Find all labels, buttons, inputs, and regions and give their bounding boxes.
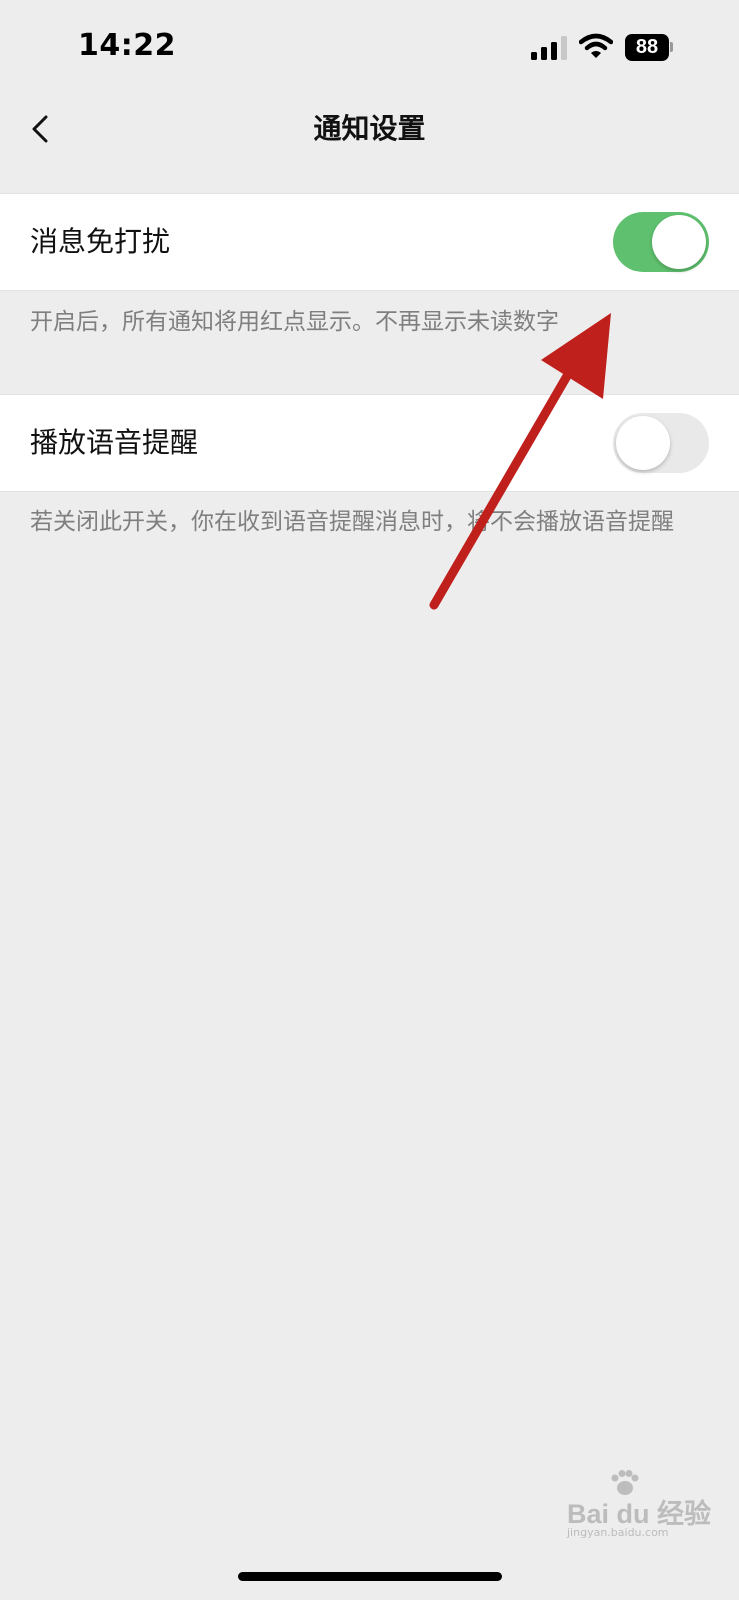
battery-icon: 88 [625, 34, 673, 61]
do-not-disturb-toggle[interactable] [613, 212, 709, 272]
setting-row-do-not-disturb: 消息免打扰 [0, 193, 739, 291]
battery-tip [670, 42, 673, 52]
navigation-bar: 通知设置 [0, 96, 739, 162]
home-indicator[interactable] [238, 1572, 502, 1581]
page-title: 通知设置 [313, 112, 426, 145]
setting-description: 若关闭此开关，你在收到语音提醒消息时，将不会播放语音提醒 [30, 509, 674, 535]
setting-label: 消息免打扰 [30, 225, 171, 258]
signal-icon [531, 36, 567, 60]
chevron-left-icon[interactable] [18, 102, 70, 156]
status-time: 14:22 [78, 28, 176, 63]
wifi-icon [579, 33, 613, 58]
setting-description: 开启后，所有通知将用红点显示。不再显示未读数字 [30, 309, 559, 335]
status-bar: 14:22 88 [0, 0, 739, 96]
battery-level: 88 [625, 34, 669, 61]
toggle-knob [616, 416, 670, 470]
watermark-url: jingyan.baidu.com [567, 1526, 669, 1539]
voice-reminder-toggle[interactable] [613, 413, 709, 473]
setting-row-voice-reminder: 播放语音提醒 [0, 394, 739, 492]
toggle-knob [652, 215, 706, 269]
watermark: Bai du 经验 jingyan.baidu.com [567, 1470, 717, 1540]
setting-label: 播放语音提醒 [30, 426, 199, 459]
